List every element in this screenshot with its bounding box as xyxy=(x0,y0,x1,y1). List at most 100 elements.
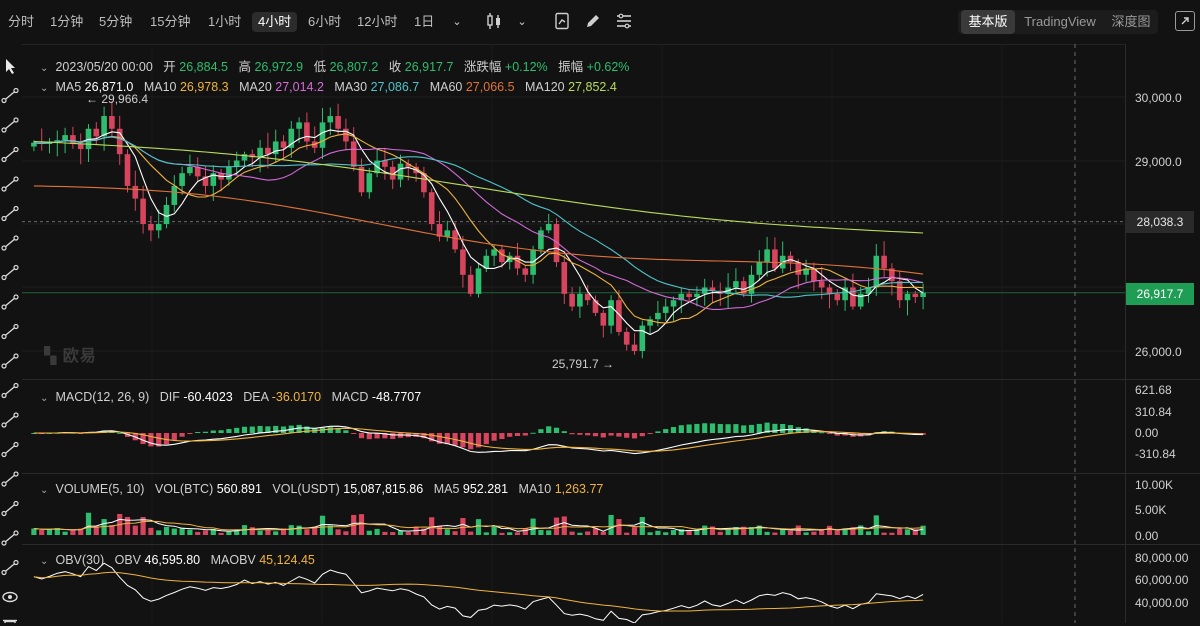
macd-bar xyxy=(343,430,349,433)
pane-divider[interactable] xyxy=(22,473,1200,474)
horizontal-ray-icon[interactable] xyxy=(1,294,19,310)
horizontal-line-icon[interactable] xyxy=(1,264,19,281)
timeframe-tab-fenshi[interactable]: 分时 xyxy=(8,12,34,32)
fullscreen-icon[interactable] xyxy=(1175,11,1195,31)
macd-legend: ⌄ MACD(12, 26, 9) DIF -60.4023 DEA -36.0… xyxy=(40,390,428,404)
volume-bar xyxy=(717,531,723,535)
volume-axis-tick: 0.00 xyxy=(1135,529,1159,543)
chevron-down-icon[interactable]: ⌄ xyxy=(40,63,52,74)
timeframe-tab-1m[interactable]: 1分钟 xyxy=(50,12,83,32)
volume-bar xyxy=(460,518,466,535)
macd-bar xyxy=(639,433,645,437)
volume-bar xyxy=(811,531,817,535)
ma30-label: MA30 xyxy=(334,80,368,94)
candle-body xyxy=(662,306,669,313)
brush-icon[interactable] xyxy=(1,471,19,487)
vol-ma5-label: MA5 xyxy=(433,482,460,496)
candle-body xyxy=(257,147,263,158)
timeframe-tab-6h[interactable]: 6小时 xyxy=(308,12,341,32)
measure-icon[interactable] xyxy=(1,530,19,546)
timeframe-tab-1h[interactable]: 1小时 xyxy=(208,12,241,32)
price-axis-tick: 26,000.0 xyxy=(1135,345,1182,359)
indicator-icon[interactable] xyxy=(552,12,572,32)
cursor-icon[interactable] xyxy=(6,59,15,74)
vol-btc-value: 560.891 xyxy=(216,482,262,496)
volume-bar xyxy=(70,530,76,535)
chevron-down-icon[interactable]: ⌄ xyxy=(40,83,52,94)
timeframe-tab-12h[interactable]: 12小时 xyxy=(357,12,397,32)
candle-body xyxy=(62,135,68,141)
candle-type-icon[interactable] xyxy=(484,12,504,32)
pane-divider[interactable] xyxy=(22,379,1200,380)
macd-bar xyxy=(655,431,661,433)
chevron-down-icon[interactable]: ⌄ xyxy=(40,556,52,567)
low-value: 26,807.2 xyxy=(329,60,379,74)
candle-body xyxy=(187,166,193,174)
timeframe-tab-1d[interactable]: 1日 xyxy=(414,12,434,32)
macd-bar xyxy=(522,433,528,436)
crosshair-line-icon[interactable] xyxy=(1,87,19,104)
chevron-down-icon[interactable]: ⌄ xyxy=(40,393,52,404)
maobv-value: 45,124.45 xyxy=(259,553,315,567)
timeframe-tab-4h[interactable]: 4小时 xyxy=(252,12,298,32)
ma120-label: MA120 xyxy=(525,80,565,94)
macd-bar xyxy=(179,433,185,437)
ray-icon[interactable] xyxy=(1,146,19,163)
macd-bar xyxy=(226,429,232,433)
timeframe-tab-15m[interactable]: 15分钟 xyxy=(150,12,190,32)
candle-body xyxy=(608,300,614,326)
chevron-down-icon[interactable]: ⌄ xyxy=(40,485,52,496)
dif-label: DIF xyxy=(159,390,180,404)
macd-bar xyxy=(187,433,193,434)
eye-icon[interactable] xyxy=(2,591,18,603)
macd-bar xyxy=(553,427,560,433)
open-value: 26,884.5 xyxy=(179,60,228,74)
arrow-icon[interactable] xyxy=(1,441,19,458)
macd-bar xyxy=(163,433,170,445)
trend-line-icon[interactable] xyxy=(1,117,19,133)
view-tab-basic[interactable]: 基本版 xyxy=(961,10,1015,34)
volume-bar xyxy=(444,529,450,535)
obv-line xyxy=(33,562,924,624)
last-price-label: 26,917.7 xyxy=(1126,283,1194,305)
view-tab-depth[interactable]: 深度图 xyxy=(1106,10,1156,34)
candle-body xyxy=(639,325,646,351)
macd-title: MACD(12, 26, 9) xyxy=(55,390,150,404)
volume-bar xyxy=(865,531,872,535)
candle-body xyxy=(920,292,926,298)
pencil-icon[interactable] xyxy=(583,12,603,32)
volume-bar xyxy=(780,529,786,535)
ma10-value: 26,978.3 xyxy=(179,80,229,94)
candle-body xyxy=(577,293,583,307)
macd-bar xyxy=(748,424,755,433)
volume-bar xyxy=(507,532,513,535)
chevron-down-icon[interactable]: ⌄ xyxy=(512,12,532,32)
extended-line-icon[interactable] xyxy=(1,205,19,222)
chart-area[interactable] xyxy=(22,44,1125,624)
macd-bar xyxy=(499,433,505,440)
path-icon[interactable] xyxy=(1,500,19,517)
ruler-icon[interactable] xyxy=(1,382,19,399)
magnet-icon[interactable] xyxy=(1,559,19,576)
macd-bar xyxy=(280,426,287,433)
top-toolbar: 分时 1分钟 5分钟 15分钟 1小时 4小时 6小时 12小时 1日 ⌄ ⌄ … xyxy=(0,0,1200,45)
volume-bar xyxy=(624,532,630,535)
volume-bar xyxy=(600,531,606,535)
chevron-down-icon[interactable]: ⌄ xyxy=(447,12,467,32)
high-value: 26,972.9 xyxy=(254,60,304,74)
timeframe-tab-5m[interactable]: 5分钟 xyxy=(99,12,132,32)
volume-bar xyxy=(553,517,560,535)
pane-divider[interactable] xyxy=(22,544,1200,545)
view-tab-tradingview[interactable]: TradingView xyxy=(1018,10,1102,34)
macd-bar xyxy=(819,432,825,434)
parallel-channel-icon[interactable] xyxy=(1,176,19,192)
settings-list-icon[interactable] xyxy=(614,12,634,32)
vertical-line-icon[interactable] xyxy=(1,353,19,369)
pitchfork-icon[interactable] xyxy=(1,412,19,428)
fib-icon[interactable] xyxy=(1,235,19,251)
volume-title: VOLUME(5, 10) xyxy=(55,482,145,496)
ma30-value: 27,086.7 xyxy=(370,80,420,94)
price-range-icon[interactable] xyxy=(1,323,19,340)
macd-bar xyxy=(234,427,240,433)
dea-label: DEA xyxy=(243,390,269,404)
